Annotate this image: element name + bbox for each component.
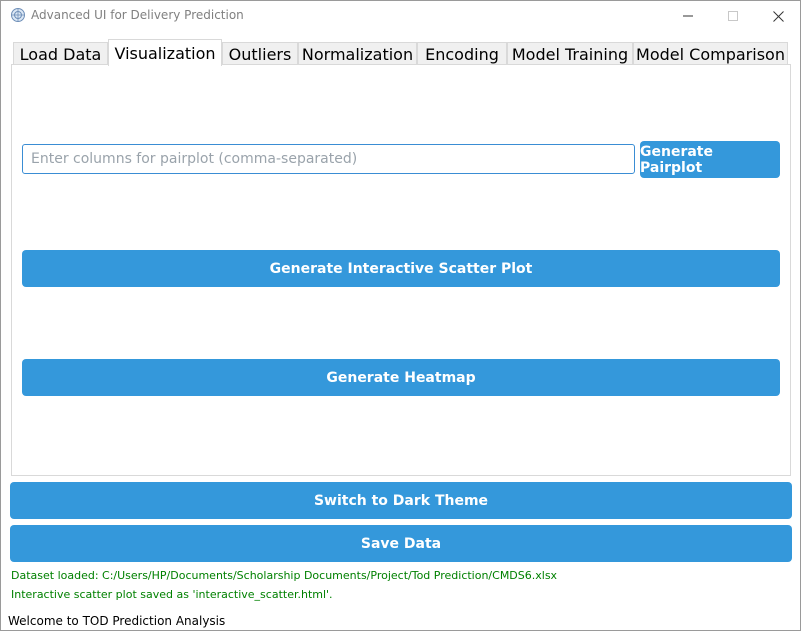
- tab-load-data[interactable]: Load Data: [13, 42, 108, 65]
- app-window: Advanced UI for Delivery Prediction Load…: [0, 0, 801, 631]
- status-scatter-saved: Interactive scatter plot saved as 'inter…: [11, 588, 333, 601]
- window-title: Advanced UI for Delivery Prediction: [31, 8, 244, 22]
- pairplot-columns-input[interactable]: Enter columns for pairplot (comma-separa…: [22, 144, 635, 174]
- close-button[interactable]: [755, 1, 801, 31]
- tab-visualization[interactable]: Visualization: [108, 39, 222, 66]
- minimize-button[interactable]: [665, 1, 711, 31]
- maximize-icon: [728, 11, 738, 21]
- tab-outliers[interactable]: Outliers: [222, 42, 298, 65]
- generate-pairplot-button[interactable]: Generate Pairplot: [640, 141, 780, 178]
- switch-theme-button[interactable]: Switch to Dark Theme: [10, 482, 792, 519]
- pairplot-placeholder: Enter columns for pairplot (comma-separa…: [31, 151, 358, 167]
- generate-heatmap-button[interactable]: Generate Heatmap: [22, 359, 780, 396]
- close-icon: [772, 10, 784, 22]
- app-logo-icon: [10, 7, 26, 23]
- generate-scatter-button[interactable]: Generate Interactive Scatter Plot: [22, 250, 780, 287]
- tab-normalization[interactable]: Normalization: [298, 42, 417, 65]
- status-dataset-loaded: Dataset loaded: C:/Users/HP/Documents/Sc…: [11, 569, 558, 582]
- title-bar[interactable]: Advanced UI for Delivery Prediction: [1, 1, 800, 31]
- tab-model-training[interactable]: Model Training: [507, 42, 633, 65]
- tab-model-comparison[interactable]: Model Comparison: [633, 42, 788, 65]
- visualization-panel: Enter columns for pairplot (comma-separa…: [11, 64, 791, 476]
- maximize-button[interactable]: [710, 1, 756, 31]
- minimize-icon: [683, 15, 693, 17]
- tab-bar: Load Data Visualization Outliers Normali…: [13, 39, 791, 66]
- tab-encoding[interactable]: Encoding: [417, 42, 507, 65]
- welcome-status-bar: Welcome to TOD Prediction Analysis: [8, 614, 226, 628]
- save-data-button[interactable]: Save Data: [10, 525, 792, 562]
